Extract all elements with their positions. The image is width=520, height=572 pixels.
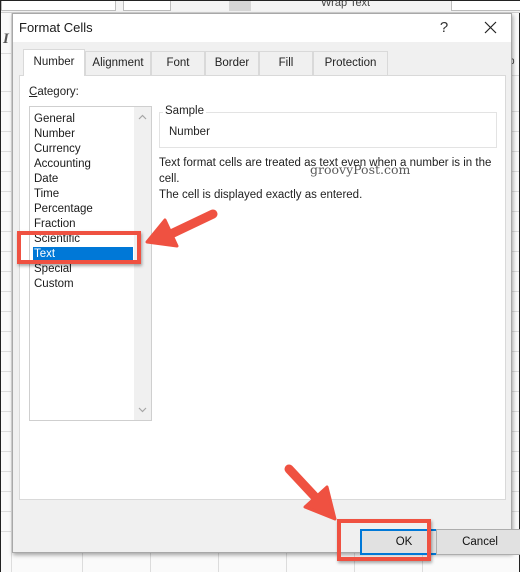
category-item-number[interactable]: Number	[33, 127, 133, 142]
category-item-percentage[interactable]: Percentage	[33, 202, 133, 217]
category-item-currency[interactable]: Currency	[33, 142, 133, 157]
font-name-box[interactable]	[1, 1, 116, 11]
tab-protection[interactable]: Protection	[313, 51, 388, 75]
tab-alignment[interactable]: Alignment	[85, 51, 151, 75]
excel-grid-bottom	[12, 553, 512, 572]
tab-number[interactable]: Number	[23, 49, 85, 76]
description-line-1: Text format cells are treated as text ev…	[159, 157, 492, 185]
format-cells-dialog: Format Cells ? Number Alignment Font Bor…	[12, 13, 520, 555]
category-item-fraction[interactable]: Fraction	[33, 217, 133, 232]
highlight-box-text-category	[17, 231, 141, 264]
format-description: Text format cells are treated as text ev…	[159, 155, 499, 203]
number-format-box[interactable]	[451, 1, 520, 11]
tab-fill[interactable]: Fill	[259, 51, 313, 75]
category-label: Category:	[29, 86, 79, 98]
dialog-title: Format Cells	[19, 20, 93, 35]
sample-legend: Sample	[163, 105, 206, 117]
screenshot-frame: Wrap Text I b Format Cells ?	[0, 0, 520, 572]
tab-border[interactable]: Border	[205, 51, 259, 75]
category-item-date[interactable]: Date	[33, 172, 133, 187]
excel-grid-left: I	[1, 13, 12, 572]
category-item-time[interactable]: Time	[33, 187, 133, 202]
scroll-down-icon[interactable]	[138, 405, 147, 414]
excel-ribbon-strip: Wrap Text	[1, 0, 520, 13]
tab-font[interactable]: Font	[151, 51, 205, 75]
close-button[interactable]	[479, 18, 501, 38]
number-tab-panel: Category: General Number Currency Accountin…	[19, 75, 506, 500]
cancel-button[interactable]: Cancel	[436, 529, 520, 555]
sample-value: Number	[169, 126, 210, 138]
category-item-special[interactable]: Special	[33, 262, 133, 277]
ribbon-button[interactable]	[229, 1, 251, 11]
help-button[interactable]: ?	[434, 18, 454, 38]
description-line-2: The cell is displayed exactly as entered…	[159, 189, 363, 201]
highlight-box-ok-button	[337, 519, 431, 561]
wrap-text-button[interactable]: Wrap Text	[321, 0, 370, 9]
category-item-accounting[interactable]: Accounting	[33, 157, 133, 172]
arrow-icon-to-text	[145, 209, 218, 248]
category-item-custom[interactable]: Custom	[33, 277, 133, 292]
font-size-box[interactable]	[123, 1, 171, 11]
category-item-general[interactable]: General	[33, 112, 133, 127]
scroll-up-icon[interactable]	[138, 113, 147, 122]
arrow-icon-to-ok	[284, 464, 337, 521]
italic-icon: I	[3, 31, 9, 47]
close-icon	[484, 21, 496, 34]
dialog-titlebar[interactable]: Format Cells ?	[13, 14, 511, 42]
